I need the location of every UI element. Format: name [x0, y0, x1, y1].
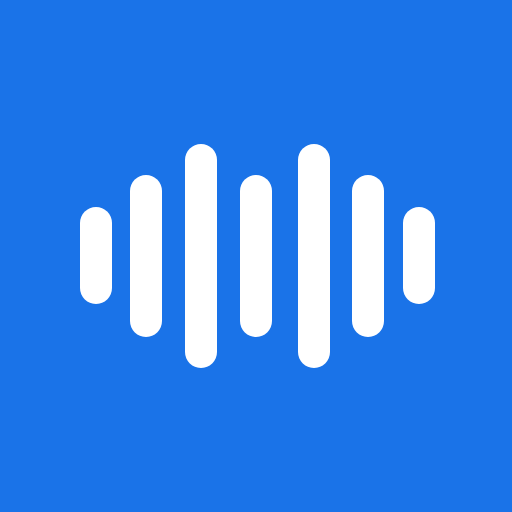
sound-wave-bar-5 [298, 144, 330, 368]
app-icon [0, 0, 512, 512]
sound-wave-bar-2 [130, 175, 162, 337]
sound-wave-bar-4 [240, 175, 272, 337]
sound-wave-bar-1 [80, 207, 112, 304]
sound-wave-bar-7 [403, 207, 435, 304]
sound-wave-bar-6 [352, 175, 384, 337]
sound-wave-bar-3 [185, 144, 217, 368]
